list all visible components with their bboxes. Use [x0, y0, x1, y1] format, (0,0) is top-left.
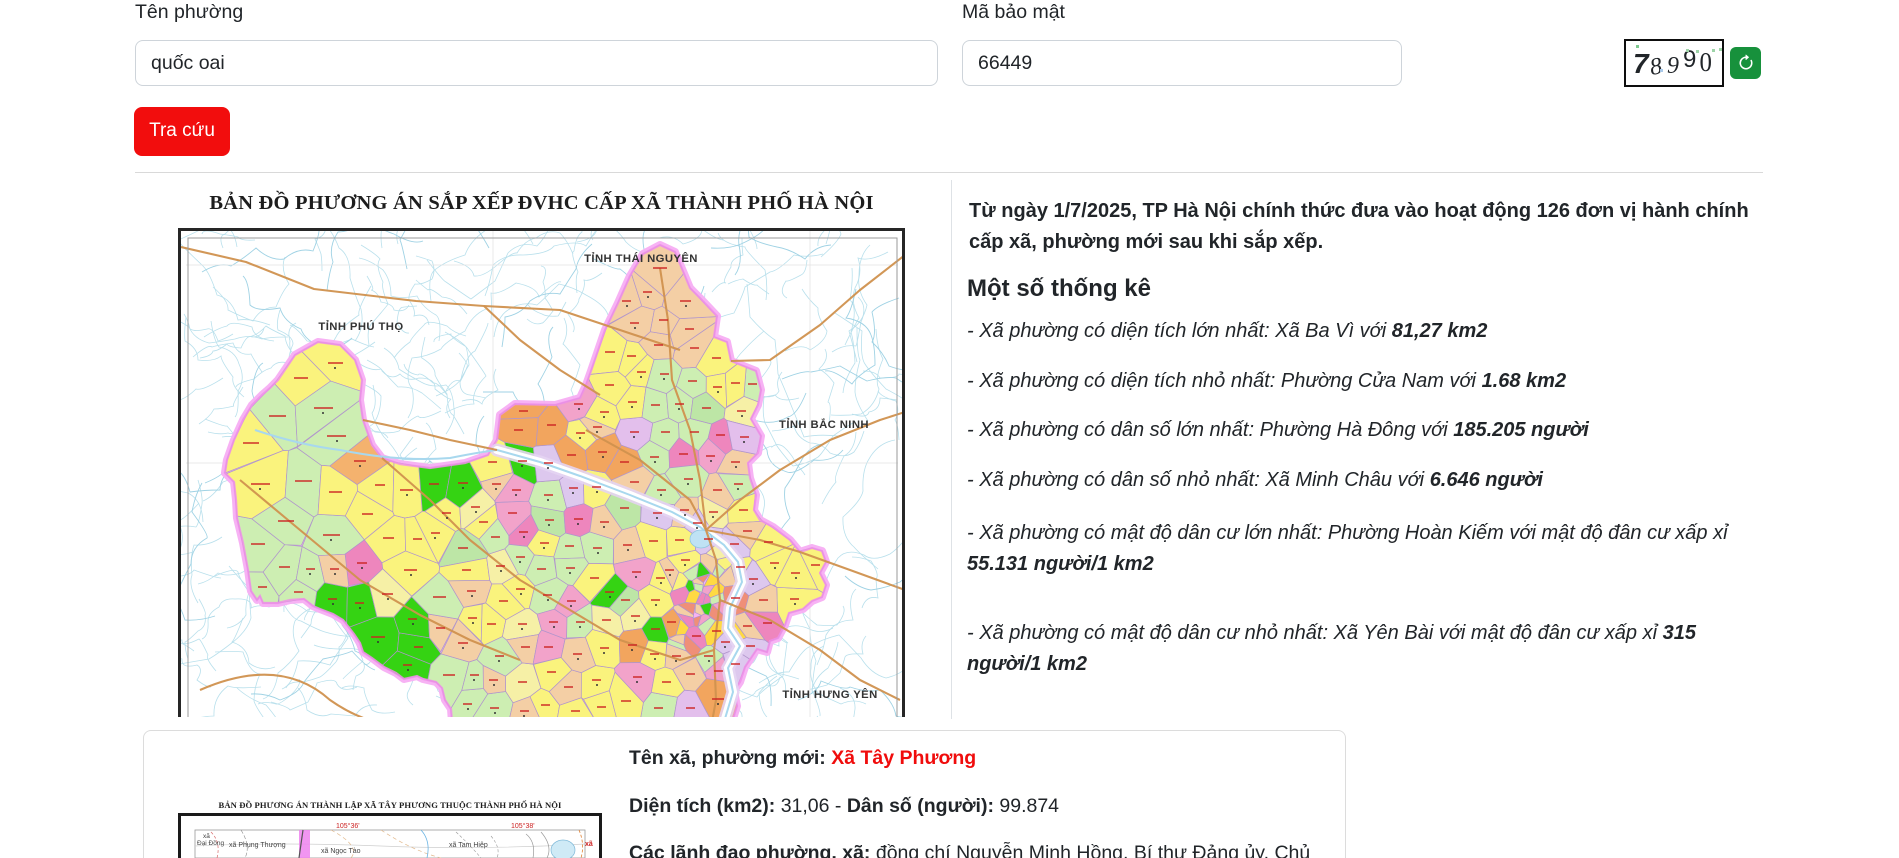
svg-text:105°38': 105°38': [511, 822, 535, 830]
svg-text:xã Tam Hiệp: xã Tam Hiệp: [449, 842, 488, 849]
svg-text:Đại Đồng: Đại Đồng: [197, 838, 224, 847]
svg-text:TỈNH PHÚ THỌ: TỈNH PHÚ THỌ: [318, 320, 403, 333]
svg-text:xã: xã: [203, 833, 210, 840]
svg-text:105°36': 105°36': [336, 822, 360, 830]
svg-text:TỈNH HƯNG YÊN: TỈNH HƯNG YÊN: [782, 688, 877, 701]
svg-text:xã: xã: [585, 841, 593, 848]
svg-text:TỈNH THÁI NGUYÊN: TỈNH THÁI NGUYÊN: [584, 252, 698, 265]
svg-text:xã Phụng Thượng: xã Phụng Thượng: [229, 842, 286, 849]
svg-text:TỈNH BẮC NINH: TỈNH BẮC NINH: [779, 418, 869, 431]
svg-text:xã Ngọc Tào: xã Ngọc Tào: [321, 848, 361, 855]
